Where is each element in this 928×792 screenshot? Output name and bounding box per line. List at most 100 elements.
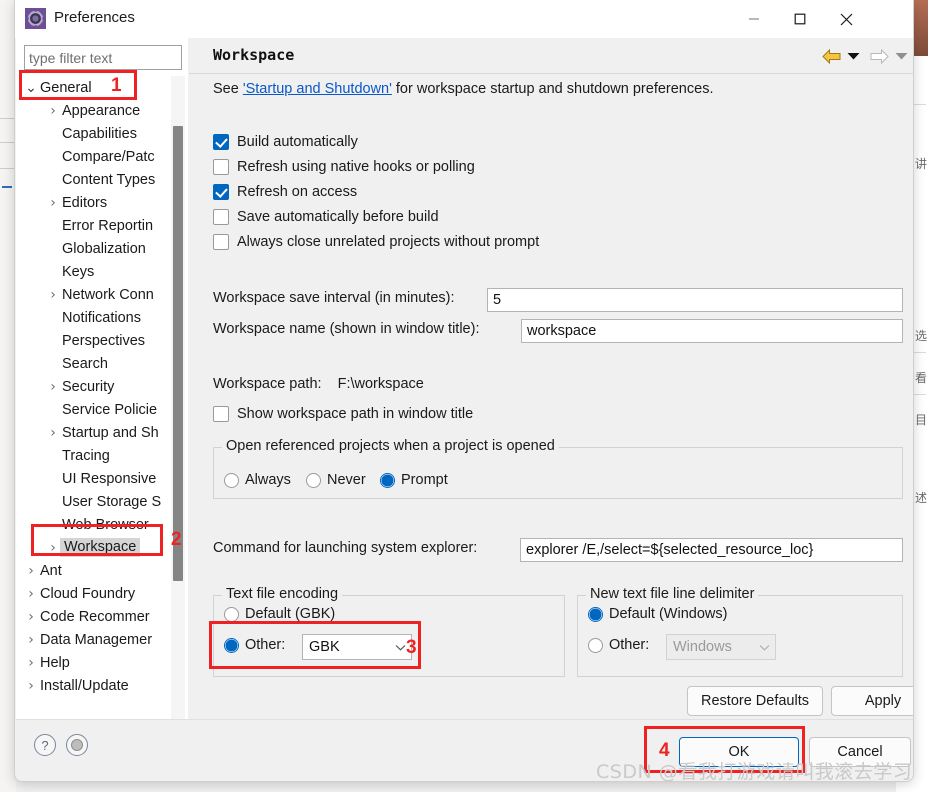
line-delimiter-group: New text file line delimiter Default (Wi… <box>577 586 903 677</box>
maximize-button[interactable] <box>777 0 823 38</box>
intro-text: See 'Startup and Shutdown' for workspace… <box>213 81 713 97</box>
tree-item-globalization[interactable]: Globalization <box>24 237 182 260</box>
chevron-right-icon[interactable]: › <box>24 586 38 602</box>
checkbox-box[interactable] <box>213 406 229 422</box>
group-legend: New text file line delimiter <box>586 586 759 602</box>
radio-dot[interactable] <box>380 472 395 488</box>
show-workspace-path-checkbox[interactable]: Show workspace path in window title <box>213 406 473 422</box>
radio-dot[interactable] <box>224 637 239 653</box>
chevron-right-icon[interactable]: › <box>46 540 60 556</box>
tree-item-notifications[interactable]: Notifications <box>24 306 182 329</box>
tree-item-help[interactable]: › Help <box>24 651 182 674</box>
tree-item-network-conn[interactable]: › Network Conn <box>24 283 182 306</box>
tree-item-security[interactable]: › Security <box>24 375 182 398</box>
search-input[interactable] <box>24 45 182 70</box>
tree-item-user-storage-s[interactable]: User Storage S <box>24 490 182 513</box>
minimize-button[interactable] <box>731 0 777 38</box>
open-referenced-radio-prompt[interactable]: Prompt <box>380 472 448 488</box>
system-explorer-label: Command for launching system explorer: <box>213 540 478 556</box>
chevron-down-icon <box>753 641 775 654</box>
open-referenced-radio-always[interactable]: Always <box>224 472 291 488</box>
radio-dot[interactable] <box>224 606 239 622</box>
chevron-right-icon[interactable]: › <box>46 103 60 119</box>
close-icon <box>840 13 852 25</box>
checkbox-refresh-on-access[interactable]: Refresh on access <box>189 184 357 200</box>
checkbox-save-automatically-before-build[interactable]: Save automatically before build <box>189 209 439 225</box>
text-file-encoding-group: Text file encoding Default (GBK) Other: … <box>213 586 565 677</box>
restore-defaults-button[interactable]: Restore Defaults <box>687 686 823 716</box>
save-interval-input[interactable] <box>487 288 903 312</box>
chevron-right-icon[interactable]: › <box>46 195 60 211</box>
radio-dot[interactable] <box>224 472 239 488</box>
chevron-right-icon[interactable]: › <box>46 287 60 303</box>
radio-label: Other: <box>609 637 650 653</box>
checkbox-box[interactable] <box>213 209 229 225</box>
tree-item-content-types[interactable]: Content Types <box>24 168 182 191</box>
tree-vertical-scrollbar-thumb[interactable] <box>173 126 183 581</box>
encoding-combo[interactable]: GBK <box>302 634 412 660</box>
preferences-tree[interactable]: ⌄ General › Appearance Capabilities Compare/P… <box>24 76 182 726</box>
chevron-right-icon[interactable]: › <box>24 678 38 694</box>
radio-dot[interactable] <box>588 606 603 622</box>
tree-item-label: Install/Update <box>40 677 129 694</box>
tree-item-ui-responsive[interactable]: UI Responsive <box>24 467 182 490</box>
chevron-right-icon[interactable]: › <box>24 609 38 625</box>
open-referenced-radio-never[interactable]: Never <box>306 472 366 488</box>
tree-item-data-managemer[interactable]: › Data Managemer <box>24 628 182 651</box>
tree-item-perspectives[interactable]: Perspectives <box>24 329 182 352</box>
checkbox-label: Always close unrelated projects without … <box>237 234 540 250</box>
forward-arrow-icon[interactable] <box>869 47 889 65</box>
workspace-name-input[interactable] <box>521 319 903 343</box>
chevron-right-icon[interactable]: › <box>24 563 38 579</box>
encoding-other-radio[interactable]: Other: <box>224 637 285 653</box>
chevron-right-icon[interactable]: › <box>46 425 60 441</box>
checkbox-refresh-using-native-hooks-or-polling[interactable]: Refresh using native hooks or polling <box>189 159 475 175</box>
radio-dot[interactable] <box>306 472 321 488</box>
apply-button[interactable]: Apply <box>831 686 913 716</box>
checkbox-box[interactable] <box>213 184 229 200</box>
tree-item-workspace[interactable]: › Workspace <box>24 536 182 559</box>
back-history-dropdown-icon[interactable] <box>845 47 861 65</box>
delimiter-default-radio[interactable]: Default (Windows) <box>588 606 727 622</box>
tree-item-search[interactable]: Search <box>24 352 182 375</box>
checkbox-box[interactable] <box>213 134 229 150</box>
tree-item-service-policie[interactable]: Service Policie <box>24 398 182 421</box>
encoding-default-radio[interactable]: Default (GBK) <box>224 606 335 622</box>
delimiter-other-radio[interactable]: Other: <box>588 637 649 653</box>
system-explorer-input[interactable] <box>520 538 903 562</box>
tree-vertical-scrollbar[interactable] <box>171 76 185 731</box>
tree-item-capabilities[interactable]: Capabilities <box>24 122 182 145</box>
tree-item-label: General <box>40 79 92 96</box>
tree-item-appearance[interactable]: › Appearance <box>24 99 182 122</box>
radio-dot[interactable] <box>588 637 603 653</box>
back-arrow-icon[interactable] <box>821 47 841 65</box>
tree-item-label: Editors <box>62 194 108 211</box>
chevron-right-icon[interactable]: › <box>46 379 60 395</box>
tree-item-label: Startup and Sh <box>62 424 159 441</box>
tree-item-cloud-foundry[interactable]: › Cloud Foundry <box>24 582 182 605</box>
checkbox-box[interactable] <box>213 159 229 175</box>
tree-item-error-reportin[interactable]: Error Reportin <box>24 214 182 237</box>
close-button[interactable] <box>823 0 869 38</box>
checkbox-always-close-unrelated-projects-without-prompt[interactable]: Always close unrelated projects without … <box>189 234 539 250</box>
help-icon[interactable]: ? <box>34 734 56 756</box>
tree-item-editors[interactable]: › Editors <box>24 191 182 214</box>
tree-item-tracing[interactable]: Tracing <box>24 444 182 467</box>
tree-item-startup-and-sh[interactable]: › Startup and Sh <box>24 421 182 444</box>
tree-item-keys[interactable]: Keys <box>24 260 182 283</box>
checkbox-box[interactable] <box>213 234 229 250</box>
tree-item-install-update[interactable]: › Install/Update <box>24 674 182 697</box>
chevron-right-icon[interactable]: › <box>24 655 38 671</box>
chevron-right-icon[interactable]: › <box>24 632 38 648</box>
startup-shutdown-link[interactable]: 'Startup and Shutdown' <box>243 81 392 97</box>
checkbox-build-automatically[interactable]: Build automatically <box>189 134 358 150</box>
forward-history-dropdown-icon[interactable] <box>893 47 909 65</box>
tree-item-code-recommer[interactable]: › Code Recommer <box>24 605 182 628</box>
tree-item-general[interactable]: ⌄ General <box>24 76 182 99</box>
circle-icon[interactable] <box>66 734 88 756</box>
chevron-down-icon[interactable]: ⌄ <box>24 81 38 95</box>
tree-item-ant[interactable]: › Ant <box>24 559 182 582</box>
tree-item-compare-patc[interactable]: Compare/Patc <box>24 145 182 168</box>
page-menu-dropdown-icon[interactable] <box>913 47 914 65</box>
tree-item-web-browser[interactable]: Web Browser <box>24 513 182 536</box>
